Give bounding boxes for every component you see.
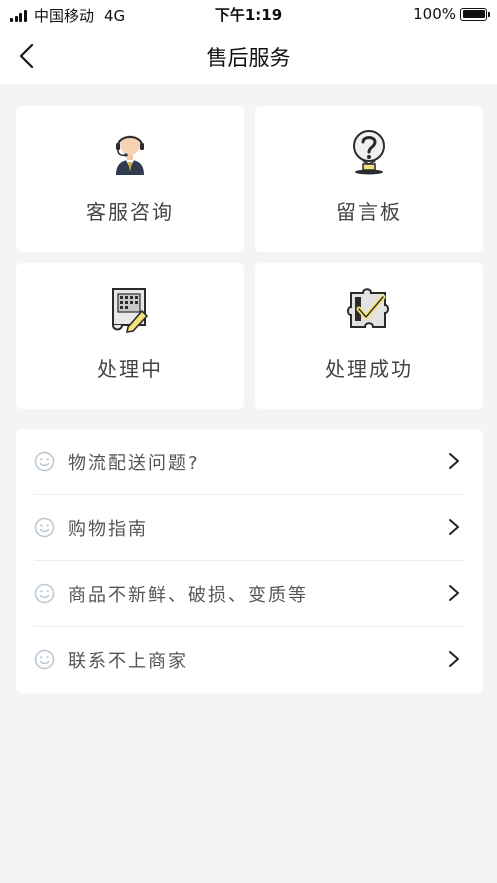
faq-list: 物流配送问题? 购物指南 商品不新鲜、破损、变质等 联系不上商家 [16,429,483,693]
processing-document-icon [112,288,149,333]
card-customer-service[interactable]: 客服咨询 [16,106,244,252]
question-bubble-icon [353,130,385,175]
faq-item-logistics[interactable]: 物流配送问题? [34,429,465,495]
card-label: 处理中 [97,357,163,381]
nav-bar: 售后服务 [0,28,497,84]
status-bar: 中国移动 4G 下午1:19 100% [0,0,497,28]
battery-percent: 100% [413,5,456,23]
smile-icon [34,517,55,538]
faq-item-shopping-guide[interactable]: 购物指南 [34,495,465,561]
status-right: 100% [413,5,490,23]
chevron-right-icon [449,651,459,667]
faq-item-damaged-goods[interactable]: 商品不新鲜、破损、变质等 [34,561,465,627]
faq-label: 联系不上商家 [68,651,188,672]
faq-label: 购物指南 [68,519,148,540]
chevron-right-icon [449,519,459,535]
chevron-right-icon [449,453,459,469]
faq-label: 商品不新鲜、破损、变质等 [68,585,308,606]
success-puzzle-icon [347,288,389,328]
smile-icon [34,583,55,604]
chevron-right-icon [449,585,459,601]
card-label: 客服咨询 [86,200,174,224]
card-message-board[interactable]: 留言板 [255,106,483,252]
customer-service-icon [116,135,144,175]
card-processing[interactable]: 处理中 [16,263,244,409]
card-label: 处理成功 [325,357,413,381]
smile-icon [34,649,55,670]
battery-icon [460,7,490,21]
faq-item-contact-merchant[interactable]: 联系不上商家 [34,627,465,693]
card-label: 留言板 [336,200,402,224]
card-success[interactable]: 处理成功 [255,263,483,409]
page-title: 售后服务 [206,46,291,70]
smile-icon [34,451,55,472]
faq-label: 物流配送问题? [68,453,200,474]
